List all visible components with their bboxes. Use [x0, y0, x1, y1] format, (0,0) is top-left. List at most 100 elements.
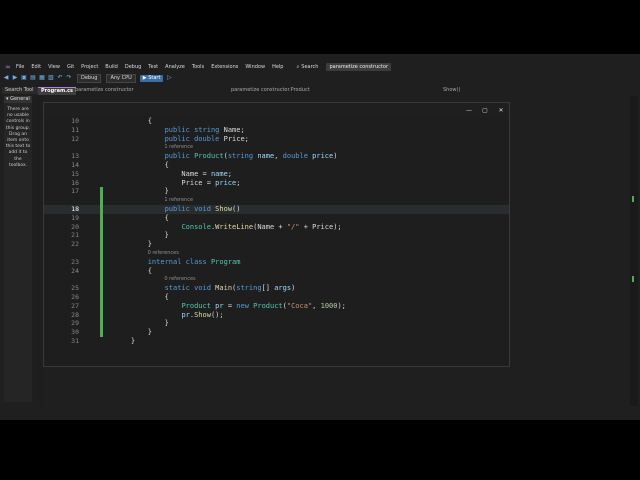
tab-program-cs[interactable]: Program.cs	[38, 87, 77, 95]
code-text: {	[114, 293, 169, 301]
code-text: }	[114, 240, 152, 249]
code-text: }	[114, 319, 169, 328]
back-icon[interactable]: ◀	[3, 75, 9, 81]
toolbox-empty-message: There are no usable controls in this gro…	[5, 107, 31, 168]
visual-studio-logo-icon: ∞	[5, 62, 11, 71]
menu-item-help[interactable]: Help	[272, 64, 283, 70]
code-line: 30 }	[44, 328, 509, 337]
line-number: 15	[71, 169, 79, 178]
menu-item-extensions[interactable]: Extensions	[211, 64, 238, 70]
menu-bar: ∞ File Edit View Git Project Build Debug Test An…	[0, 62, 640, 71]
line-number: 25	[71, 284, 79, 293]
code-text: {	[114, 213, 169, 222]
line-number: 26	[71, 293, 79, 301]
undo-icon[interactable]: ↶	[57, 75, 63, 81]
save-icon[interactable]: ▦	[39, 75, 45, 81]
scroll-change-marker	[632, 276, 634, 282]
menu-item-view[interactable]: View	[48, 64, 60, 70]
code-text: }	[114, 231, 169, 240]
maximize-icon[interactable]: ▢	[477, 107, 493, 114]
line-number: 23	[71, 257, 79, 266]
line-number: 11	[71, 125, 79, 134]
code-text: {	[114, 117, 152, 125]
code-line: 18 public void Show()	[44, 205, 509, 214]
codelens-text[interactable]: 0 references	[164, 275, 195, 284]
code-line: 21 }	[44, 231, 509, 240]
type-navigation-dropdown[interactable]: parametize constructor.Product	[228, 87, 354, 94]
platform-dropdown[interactable]: Any CPU	[106, 73, 136, 83]
code-line: 17 }	[44, 187, 509, 196]
line-number: 19	[71, 213, 79, 222]
code-text: }	[114, 328, 152, 337]
left-margin	[34, 96, 44, 406]
code-line: 29 }	[44, 319, 509, 328]
codelens-text[interactable]: 1 reference	[164, 143, 193, 152]
menu-item-tools[interactable]: Tools	[192, 64, 204, 70]
menu-item-file[interactable]: File	[16, 64, 24, 70]
start-label: Start	[148, 74, 161, 81]
save-all-icon[interactable]: ▧	[48, 75, 54, 81]
code-line: 10 {	[44, 117, 509, 126]
code-line: 11 public string Name;	[44, 126, 509, 135]
code-line: 31 }	[44, 337, 509, 346]
line-number: 29	[71, 319, 79, 328]
menu-item-edit[interactable]: Edit	[31, 64, 41, 70]
search-icon: ⌕	[296, 63, 300, 70]
codelens-reference: 1 reference	[44, 143, 509, 152]
start-button[interactable]: ▶ Start	[139, 74, 164, 82]
menu-item-analyze[interactable]: Analyze	[165, 64, 185, 70]
line-number: 22	[71, 240, 79, 249]
code-text: }	[114, 187, 169, 196]
code-text: internal class Program	[147, 257, 241, 266]
menu-item-debug[interactable]: Debug	[125, 64, 141, 70]
forward-icon[interactable]: ▶	[12, 75, 18, 81]
floating-editor-window: — ▢ ✕ 10 {11 public string Name; 12 publi…	[44, 103, 509, 366]
line-number: 13	[71, 152, 79, 161]
code-text: pr.Show();	[181, 310, 224, 319]
menu-item-project[interactable]: Project	[81, 64, 98, 70]
minimize-icon[interactable]: —	[461, 107, 477, 114]
codelens-text[interactable]: 0 references	[148, 249, 179, 258]
menu-item-window[interactable]: Window	[245, 64, 265, 70]
line-number: 27	[71, 301, 79, 310]
codelens-text[interactable]: 1 reference	[164, 196, 193, 205]
menu-item-test[interactable]: Test	[148, 64, 158, 70]
new-item-icon[interactable]: ▣	[21, 75, 27, 81]
code-text: Console.WriteLine(Name + "/" + Price);	[181, 222, 342, 231]
menu-item-build[interactable]: Build	[105, 64, 118, 70]
configuration-dropdown[interactable]: Debug	[77, 73, 102, 83]
code-text: Product pr = new Product("Coca", 1000);	[181, 301, 346, 310]
codelens-reference: 0 references	[44, 275, 509, 284]
scroll-change-marker	[632, 196, 634, 202]
code-text: public double Price;	[164, 134, 249, 143]
run-without-debug-icon[interactable]: ▷	[166, 75, 172, 81]
code-line: 23 internal class Program	[44, 258, 509, 267]
redo-icon[interactable]: ↷	[66, 75, 72, 81]
line-number: 28	[71, 310, 79, 319]
menu-item-git[interactable]: Git	[67, 64, 74, 70]
line-number: 31	[71, 337, 79, 345]
line-number: 17	[71, 187, 79, 196]
toolbox-section-general[interactable]: ▾ General	[4, 96, 32, 103]
toolbox-tab[interactable]: Search Tool	[2, 87, 38, 94]
code-text: Name = name;	[114, 169, 233, 178]
member-navigation-dropdown[interactable]: Show()	[440, 87, 516, 94]
close-icon[interactable]: ✕	[493, 107, 509, 114]
code-line: 14 {	[44, 161, 509, 170]
line-number: 30	[71, 328, 79, 337]
project-navigation-dropdown[interactable]: parametize constructor	[72, 87, 188, 94]
code-line: 12 public double Price;	[44, 135, 509, 144]
code-line: 26 {	[44, 293, 509, 302]
line-number: 21	[71, 231, 79, 240]
open-icon[interactable]: ▤	[30, 75, 36, 81]
code-line: 13 public Product(string name, double pr…	[44, 152, 509, 161]
toolbar: ◀ ▶ ▣ ▤ ▦ ▧ ↶ ↷ Debug Any CPU ▶ Start ▷	[0, 73, 640, 83]
code-text: public Product(string name, double price…	[164, 152, 338, 161]
search-button[interactable]: ⌕ Search	[296, 64, 318, 70]
solution-name: parametize constructor	[326, 62, 392, 71]
line-number: 18	[71, 205, 79, 213]
vertical-scrollbar[interactable]	[630, 96, 638, 406]
line-number: 10	[71, 117, 79, 125]
code-text: static void Main(string[] args)	[164, 284, 296, 293]
code-text: {	[114, 266, 152, 275]
